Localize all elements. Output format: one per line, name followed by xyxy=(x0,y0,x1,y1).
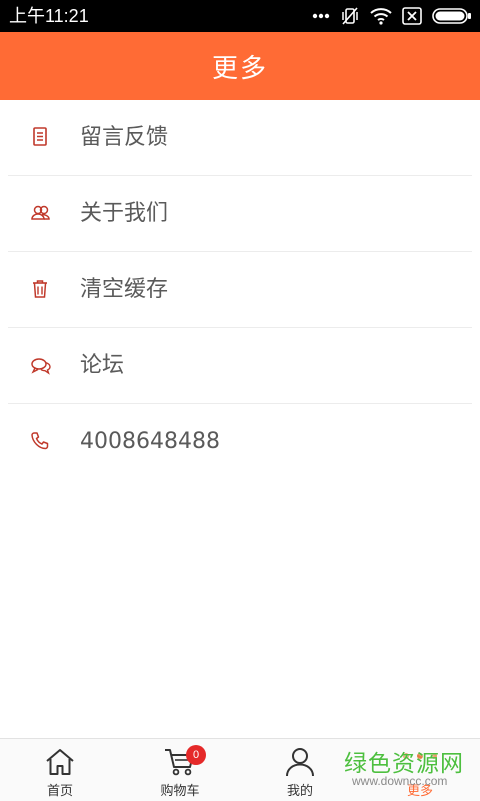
tab-home[interactable]: 首页 xyxy=(0,739,120,801)
more-dots-icon xyxy=(403,753,437,759)
tab-cart[interactable]: 0 购物车 xyxy=(120,739,240,801)
status-bar: 上午11:21 xyxy=(0,0,480,32)
bottom-tab-bar: 首页 0 购物车 我的 更多 xyxy=(0,738,480,801)
no-sim-icon xyxy=(402,7,422,25)
status-time: 上午11:21 xyxy=(9,6,89,26)
menu-item-about-us[interactable]: 关于我们 xyxy=(8,176,472,252)
phone-icon xyxy=(30,430,50,452)
menu-item-feedback[interactable]: 留言反馈 xyxy=(8,100,472,176)
tab-label: 我的 xyxy=(286,784,313,799)
tab-label: 购物车 xyxy=(160,784,200,799)
page-header: 更多 xyxy=(0,32,480,100)
menu-list: 留言反馈 关于我们 清空缓存 论坛 4008648488 xyxy=(0,100,480,479)
menu-item-label: 清空缓存 xyxy=(80,277,169,302)
menu-item-label: 4008648488 xyxy=(80,429,220,454)
menu-item-label: 关于我们 xyxy=(80,201,169,226)
users-icon xyxy=(30,202,50,224)
tab-label: 更多 xyxy=(406,784,433,799)
more-dots-status-icon xyxy=(312,13,330,19)
status-icons xyxy=(312,5,472,27)
battery-icon xyxy=(432,8,471,24)
document-icon xyxy=(30,126,50,148)
tab-label: 首页 xyxy=(46,784,73,799)
page-title: 更多 xyxy=(211,53,268,84)
vibrate-mute-icon xyxy=(342,7,358,25)
wifi-icon xyxy=(370,8,392,25)
cart-badge: 0 xyxy=(186,745,206,765)
menu-item-forum[interactable]: 论坛 xyxy=(8,328,472,404)
tab-more[interactable]: 更多 xyxy=(360,739,480,801)
menu-item-label: 论坛 xyxy=(80,353,125,378)
tab-mine[interactable]: 我的 xyxy=(240,739,360,801)
person-icon xyxy=(284,746,316,778)
menu-item-label: 留言反馈 xyxy=(80,125,169,150)
chat-bubbles-icon xyxy=(30,354,51,376)
home-icon xyxy=(44,746,76,778)
menu-item-phone[interactable]: 4008648488 xyxy=(8,404,472,479)
trash-icon xyxy=(30,278,50,300)
menu-item-clear-cache[interactable]: 清空缓存 xyxy=(8,252,472,328)
